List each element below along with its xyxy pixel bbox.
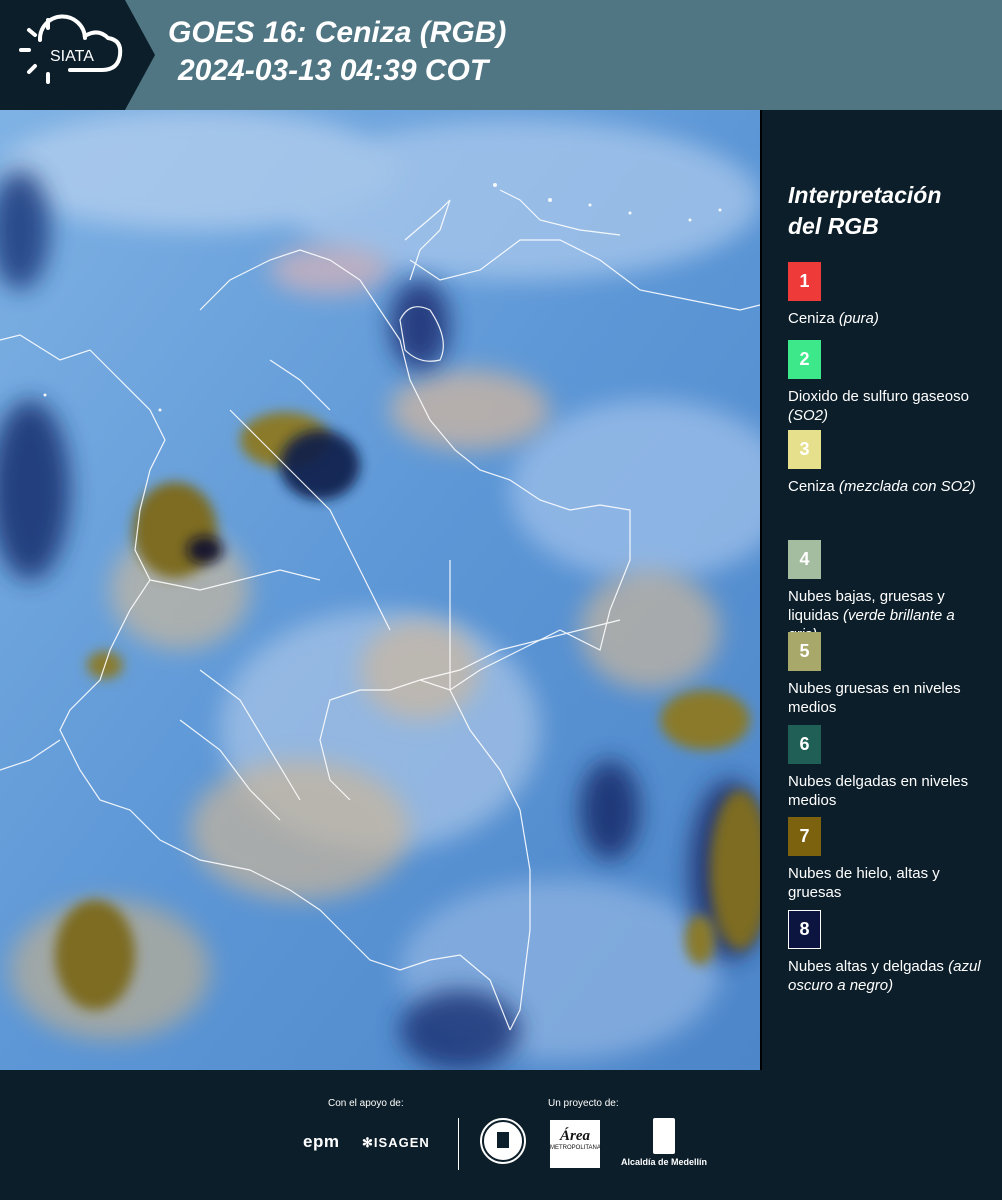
legend-swatch: 7: [788, 817, 821, 856]
legend-swatch: 3: [788, 430, 821, 469]
legend-label-main: Nubes de hielo, altas y gruesas: [788, 865, 940, 901]
area-logo-text: Área: [560, 1128, 590, 1144]
isagen-text: ISAGEN: [373, 1135, 430, 1150]
support-label: Con el apoyo de:: [328, 1098, 404, 1109]
legend-swatch: 2: [788, 340, 821, 379]
legend-title: Interpretación del RGB: [788, 180, 988, 242]
legend-swatch: 4: [788, 540, 821, 579]
satellite-map[interactable]: [0, 110, 762, 1070]
isagen-logo: ✻ISAGEN: [362, 1135, 430, 1150]
medellin-logo-text: Alcaldía de Medellín: [620, 1157, 708, 1167]
title-product: GOES 16: Ceniza (RGB): [168, 16, 507, 49]
legend-swatch: 8: [788, 910, 821, 949]
legend-title-line2: del RGB: [788, 213, 879, 239]
legend-label-main: Ceniza: [788, 310, 835, 327]
legend-item-4: 4 Nubes bajas, gruesas y liquidas (verde …: [788, 540, 988, 644]
legend-swatch: 5: [788, 632, 821, 671]
legend-label-note: (mezclada con SO2): [838, 478, 976, 495]
legend-label-main: Dioxido de sulfuro gaseoso: [788, 388, 969, 405]
svg-text:SIATA: SIATA: [50, 48, 94, 65]
legend-label: Nubes gruesas en niveles medios: [788, 679, 988, 717]
legend-label: Nubes altas y delgadas (azul oscuro a ne…: [788, 957, 988, 995]
legend-label-main: Nubes gruesas en niveles medios: [788, 680, 961, 716]
university-seal: [478, 1116, 528, 1166]
area-logo-sub: METROPOLITANA: [550, 1145, 601, 1151]
siata-logo: SIATA: [0, 0, 160, 110]
page-title: GOES 16: Ceniza (RGB) 2024-03-13 04:39 C…: [168, 14, 506, 90]
legend-label-note: (pura): [838, 310, 879, 327]
legend-item-7: 7 Nubes de hielo, altas y gruesas: [788, 817, 988, 902]
legend-label-main: Nubes altas y delgadas: [788, 958, 944, 975]
legend-item-3: 3 Ceniza (mezclada con SO2): [788, 430, 988, 496]
legend-label: Dioxido de sulfuro gaseoso (SO2): [788, 387, 988, 425]
header-bar: SIATA GOES 16: Ceniza (RGB) 2024-03-13 0…: [0, 0, 1002, 110]
legend-label: Ceniza (mezclada con SO2): [788, 477, 988, 496]
legend-panel: Interpretación del RGB 1 Ceniza (pura) 2 Di…: [788, 180, 988, 994]
legend-item-6: 6 Nubes delgadas en niveles medios: [788, 725, 988, 810]
footer: Con el apoyo de: Un proyecto de: epm ✻IS…: [0, 1070, 1002, 1200]
legend-label-main: Ceniza: [788, 478, 835, 495]
legend-title-line1: Interpretación: [788, 182, 942, 208]
legend-swatch: 6: [788, 725, 821, 764]
legend-label: Nubes delgadas en niveles medios: [788, 772, 988, 810]
legend-item-1: 1 Ceniza (pura): [788, 262, 988, 328]
epm-logo: epm: [303, 1132, 340, 1151]
legend-item-5: 5 Nubes gruesas en niveles medios: [788, 632, 988, 717]
legend-item-8: 8 Nubes altas y delgadas (azul oscuro a n…: [788, 910, 988, 995]
legend-label-note: (SO2): [788, 407, 829, 424]
title-datetime: 2024-03-13 04:39 COT: [178, 54, 489, 87]
logo-divider: [458, 1118, 459, 1170]
legend-label-main: Nubes delgadas en niveles medios: [788, 773, 969, 809]
legend-label: Ceniza (pura): [788, 309, 988, 328]
medellin-crest-icon: [653, 1118, 675, 1154]
legend-item-2: 2 Dioxido de sulfuro gaseoso (SO2): [788, 340, 988, 425]
legend-label: Nubes de hielo, altas y gruesas: [788, 864, 988, 902]
alcaldia-medellin-logo: Alcaldía de Medellín: [614, 1118, 714, 1167]
legend-swatch: 1: [788, 262, 821, 301]
project-label: Un proyecto de:: [548, 1098, 619, 1109]
area-metropolitana-logo: Área METROPOLITANA: [550, 1120, 601, 1168]
